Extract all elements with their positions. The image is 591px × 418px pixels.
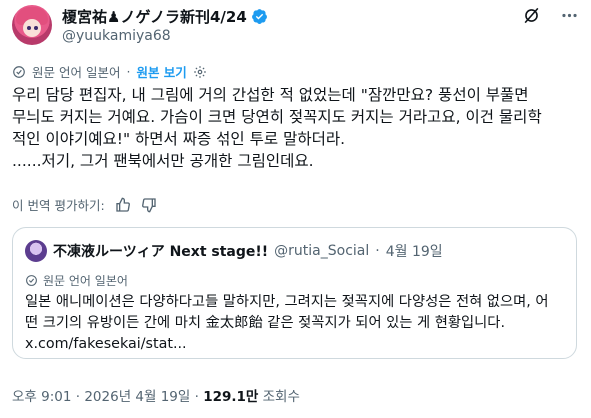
post-text-line: ......저기, 그거 팬북에서만 공개한 그림인데요. [12, 152, 314, 170]
show-original-link[interactable]: 원본 보기 [136, 62, 186, 81]
view-count-label: 조회수 [262, 389, 300, 405]
post-text-line: 무늬도 커지는 거예요. 가슴이 크면 당연히 젖꼭지도 커지는 거라고요, 이… [12, 108, 542, 126]
translation-separator: · [126, 64, 131, 79]
post-text-line: 적인 이야기예요!" 하면서 짜증 섞인 투로 말하더라. [12, 130, 346, 148]
quoted-text-line: 일본 애니메이션은 다양하다고들 말하지만, 그려지는 젖꼭지에 다양성은 전혀… [25, 294, 549, 310]
quoted-handle: @rutia_Social [274, 243, 370, 259]
quoted-separator: · [375, 243, 380, 259]
thumbs-down-icon[interactable] [141, 197, 157, 213]
quoted-link[interactable]: x.com/fakesekai/stat... [25, 334, 570, 355]
quoted-translation-label: 원문 언어 일본어 [43, 274, 128, 288]
quoted-display-name: 不凍液ルーツィア Next stage!! [53, 244, 269, 260]
quoted-text-line: 떤 크기의 유방이든 간에 마치 金太郎飴 같은 젖꼭지가 되어 있는 게 현황… [25, 315, 506, 331]
rate-translation-row: 이 번역 평가하기: [12, 195, 157, 214]
quoted-post-text: 일본 애니메이션은 다양하다고들 말하지만, 그려지는 젖꼭지에 다양성은 전혀… [25, 292, 570, 355]
post-top-actions [521, 5, 579, 25]
post-date[interactable]: 2026년 4월 19일 [84, 389, 190, 405]
post-footer: 오후 9:01 · 2026년 4월 19일 · 129.1만 조회수 [12, 385, 300, 405]
translate-icon [13, 65, 25, 78]
translation-bar: 원문 언어 일본어 · 원본 보기 [12, 62, 207, 81]
post-text-line: 우리 담당 편집자, 내 그림에 거의 간섭한 적 없었는데 "잠깐만요? 풍선… [12, 86, 529, 104]
quoted-translation-bar: 원문 언어 일본어 [25, 272, 128, 289]
more-options-icon[interactable] [559, 5, 579, 25]
quoted-post-header: 不凍液ルーツィア Next stage!! @rutia_Social · 4월… [25, 240, 443, 262]
quoted-date: 4월 19일 [385, 244, 443, 260]
grok-icon[interactable] [521, 5, 541, 25]
avatar-eye-left [27, 26, 31, 30]
post-text: 우리 담당 편집자, 내 그림에 거의 간섭한 적 없었는데 "잠깐만요? 풍선… [12, 84, 582, 172]
avatar-eye-right [34, 26, 38, 30]
avatar-face [23, 19, 41, 37]
verified-badge-icon [251, 8, 267, 24]
translation-source-label: 원문 언어 일본어 [32, 65, 121, 80]
author-display-name[interactable]: 榎宮祐♟ノゲノラ新刊4/24 [62, 6, 247, 27]
author-name-row: 榎宮祐♟ノゲノラ新刊4/24 [62, 6, 268, 26]
author-avatar[interactable] [12, 5, 52, 45]
rate-translation-label: 이 번역 평가하기: [12, 198, 105, 213]
footer-separator: · [194, 389, 199, 405]
gear-icon[interactable] [193, 65, 207, 79]
footer-separator: · [75, 389, 81, 405]
translate-icon [26, 275, 37, 286]
quoted-post[interactable]: 不凍液ルーツィア Next stage!! @rutia_Social · 4월… [12, 227, 577, 359]
view-count: 129.1만 [203, 389, 259, 405]
quoted-avatar [25, 240, 47, 262]
thumbs-up-icon[interactable] [115, 197, 131, 213]
author-handle[interactable]: @yuukamiya68 [62, 28, 171, 44]
post-time[interactable]: 오후 9:01 [12, 389, 71, 405]
